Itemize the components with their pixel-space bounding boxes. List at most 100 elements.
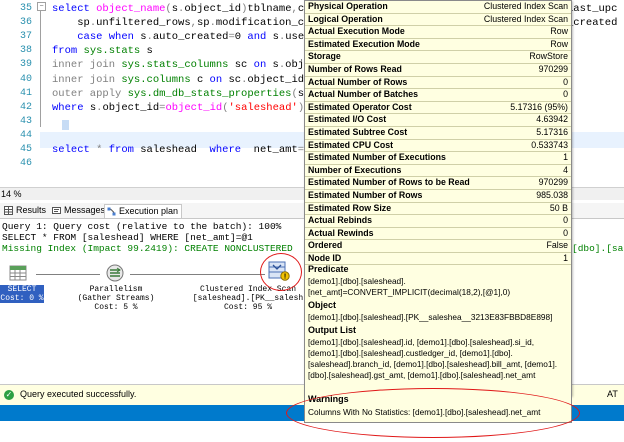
missing-index-hint[interactable]: Missing Index (Impact 99.2419): CREATE N… [2, 243, 293, 254]
status-right-text: AT [607, 389, 618, 399]
collapse-toggle-icon[interactable]: − [37, 2, 46, 11]
property-row: Number of Rows Read 970299 [305, 64, 571, 77]
line-number: 35 [19, 3, 32, 14]
line-number: 36 [19, 17, 32, 29]
plan-node-parallelism[interactable] [103, 263, 127, 283]
property-row: Actual Rewinds 0 [305, 228, 571, 241]
highlight-ellipse-warnings [286, 388, 580, 438]
property-row: Estimated CPU Cost 0.533743 [305, 140, 571, 153]
line-number: 38 [19, 45, 32, 57]
grid-icon [4, 206, 13, 215]
code-token: where [209, 144, 254, 156]
property-value: 0 [563, 215, 568, 226]
scan-object: [saleshead].[PK__salesh [192, 294, 304, 303]
code-token: from [52, 45, 84, 58]
property-value: 0 [563, 89, 568, 100]
parallelism-name: Parallelism [89, 285, 143, 294]
code-token: object_name [96, 3, 166, 15]
line-number: 44 [19, 129, 32, 141]
code-token: where [52, 101, 90, 114]
tab-messages[interactable]: Messages [50, 204, 108, 217]
code-line: sp.unfiltered_rows,sp.modification_coun [52, 16, 323, 30]
property-name: Actual Execution Mode [308, 26, 405, 37]
property-name: Logical Operation [308, 13, 383, 24]
property-name: Estimated Operator Cost [308, 101, 412, 112]
tab-execution-plan-label: Execution plan [119, 206, 179, 216]
code-token: sp [52, 17, 90, 30]
code-line: outer apply sys.dm_db_stats_properties(s… [52, 87, 329, 101]
property-name: Node ID [308, 252, 342, 263]
property-name: Number of Executions [308, 164, 402, 175]
property-value: 1 [563, 252, 568, 263]
property-row: Storage RowStore [305, 51, 571, 64]
line-number: 42 [19, 101, 32, 113]
code-token: net_amt [253, 144, 298, 156]
property-value: 0 [563, 76, 568, 87]
code-token: sc [228, 73, 242, 86]
code-token: 0 [234, 31, 248, 44]
code-token: object_id [247, 73, 311, 86]
property-name: Estimated Number of Rows [308, 189, 423, 200]
code-token: s [146, 45, 153, 58]
parallelism-icon [106, 264, 124, 282]
output-list-text: [demo1].[dbo].[saleshead].id, [demo1].[d… [308, 337, 558, 380]
property-value: RowStore [529, 51, 568, 62]
code-token: from [108, 144, 141, 156]
property-name: Actual Number of Rows [308, 76, 408, 87]
code-token: outer apply [52, 87, 128, 100]
plan-arrow [36, 274, 100, 275]
property-value: Clustered Index Scan [483, 1, 568, 11]
parallelism-subtitle: (Gather Streams) [77, 294, 155, 303]
select-name: SELECT [7, 285, 37, 294]
success-check-icon: ✓ [4, 390, 14, 400]
code-token: 'saleshead' [228, 101, 298, 114]
property-name: Actual Rebinds [308, 215, 373, 226]
property-row: Estimated Number of Executions 1 [305, 152, 571, 165]
select-cost: Cost: 0 % [0, 294, 44, 303]
code-token: object_id [165, 101, 223, 114]
plan-node-parallelism-label: Parallelism (Gather Streams) Cost: 5 % [66, 285, 166, 312]
code-token: tblname [247, 3, 292, 15]
text-cursor [62, 120, 69, 130]
code-token: select [52, 3, 97, 15]
code-token: select [52, 144, 97, 156]
property-name: Actual Number of Batches [308, 89, 418, 100]
code-token: sys.dm_db_stats_properties [127, 87, 292, 100]
execution-plan-icon [107, 207, 116, 216]
property-value: 970299 [538, 63, 568, 74]
properties-table: Physical Operation Clustered Index Scan Lo… [305, 1, 571, 266]
property-value: Clustered Index Scan [483, 13, 568, 24]
line-number: 37 [19, 31, 32, 43]
property-row: Estimated Subtree Cost 5.17316 [305, 127, 571, 140]
parallelism-cost: Cost: 5 % [94, 303, 138, 312]
code-token: sys.columns [121, 73, 197, 86]
property-name: Estimated CPU Cost [308, 139, 394, 150]
property-value: 970299 [538, 177, 568, 188]
zoom-level[interactable]: 14 % [1, 188, 22, 200]
predicate-heading: Predicate [308, 264, 349, 274]
code-token: inner join [52, 73, 122, 86]
tab-execution-plan[interactable]: Execution plan [104, 204, 183, 218]
code-token: sys.stats_columns [121, 59, 235, 72]
code-line: select * from saleshead where net_amt=0 [52, 143, 310, 157]
outline-guide [40, 9, 41, 127]
property-name: Estimated I/O Cost [308, 114, 387, 125]
query-cost-line: Query 1: Query cost (relative to the bat… [2, 221, 282, 232]
property-name: Physical Operation [308, 1, 388, 11]
property-row: Estimated Row Size 50 B [305, 203, 571, 216]
message-icon [52, 207, 61, 214]
query-text-line: SELECT * FROM [saleshead] WHERE [net_amt… [2, 232, 253, 243]
code-token: saleshead [140, 144, 210, 156]
property-name: Estimated Subtree Cost [308, 126, 408, 137]
code-line: from sys.stats s [52, 44, 153, 58]
code-token: sc [234, 59, 254, 72]
plan-node-select[interactable] [4, 265, 32, 281]
property-name: Estimated Number of Executions [308, 152, 446, 163]
tab-results-label: Results [16, 205, 47, 215]
property-value: 0 [563, 227, 568, 238]
object-text: [demo1].[dbo].[saleshead].[PK__saleshea_… [308, 312, 553, 322]
tab-results[interactable]: Results [2, 204, 49, 217]
predicate-text: [demo1].[dbo].[saleshead].[net_amt]=CONV… [308, 276, 511, 297]
property-value: 5.17316 (95%) [510, 101, 568, 112]
